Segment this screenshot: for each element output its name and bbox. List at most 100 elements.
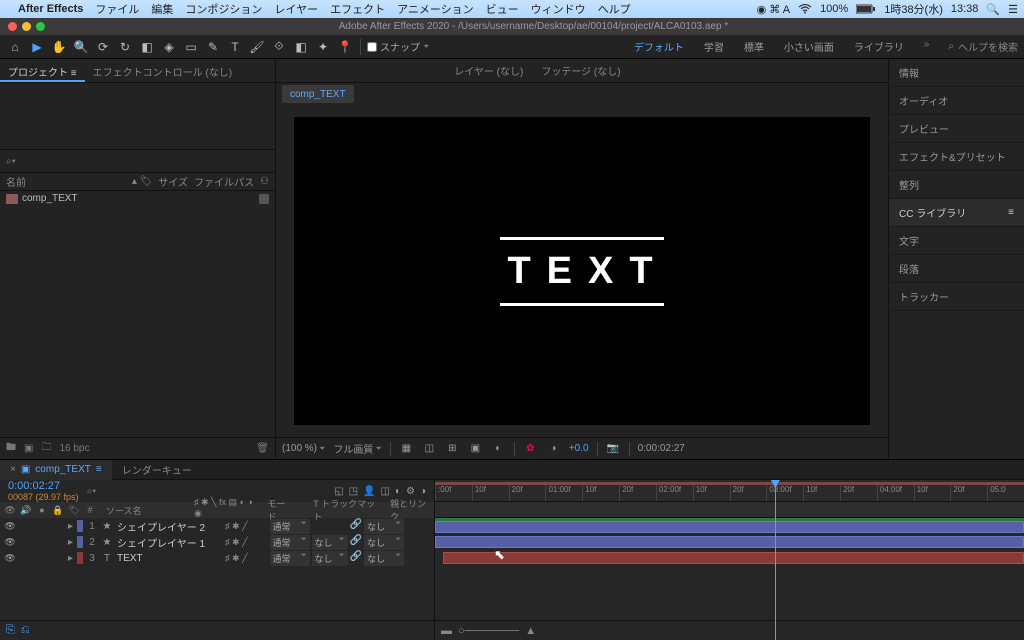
graph-editor-icon[interactable]: ⚙ [406,486,415,497]
project-search[interactable]: ⌕▾ [0,149,275,173]
tab-project[interactable]: プロジェクト ≡ [0,59,85,82]
layer-row-3[interactable]: 👁 ▸ 3 T TEXT ♯ ✱ ╱ 通常⏷ なし⏷ 🔗 なし⏷ [0,550,434,566]
trash-icon[interactable]: 🗑 [256,443,269,454]
resolution-dropdown[interactable]: フル画質⏷ [333,441,381,456]
transparency-grid-icon[interactable]: ▦ [399,443,414,454]
panel-preview[interactable]: プレビュー [889,115,1024,143]
panel-align[interactable]: 整列 [889,171,1024,199]
toggle-modes-icon[interactable]: ⎌ [21,624,30,637]
panel-menu-icon[interactable]: ≡ [1008,207,1014,218]
workspace-standard[interactable]: 標準 [739,36,769,57]
toggle-switches-icon[interactable]: ⎘ [6,624,15,637]
column-size[interactable]: サイズ [158,174,188,189]
close-window-button[interactable] [8,22,17,31]
orbit-tool-icon[interactable]: ⟳ [94,38,112,56]
playhead[interactable] [775,480,776,640]
color-mgmt-icon[interactable]: ✿ [523,443,538,454]
close-tab-icon[interactable]: × [10,464,16,475]
column-path[interactable]: ファイルパス [194,174,254,189]
time-ruler[interactable]: :00f 10f 20f 01:00f 10f 20f 02:00f 10f 2… [435,480,1024,502]
interpret-icon[interactable]: 🖿 [6,440,16,457]
tab-effect-controls[interactable]: エフェクトコントロール (なし) [85,59,240,82]
layer-color[interactable] [77,536,83,548]
track-1[interactable] [435,518,1024,534]
expand-icon[interactable]: ▸ [68,537,73,548]
mode-dropdown[interactable]: 通常⏷ [270,551,310,566]
expand-icon[interactable]: ▸ [68,521,73,532]
mode-dropdown[interactable]: 通常⏷ [270,519,310,534]
zoom-dropdown[interactable]: (100 %)⏷ [282,443,325,454]
column-name[interactable]: 名前 [6,174,132,189]
layer-color[interactable] [77,552,83,564]
panel-audio[interactable]: オーディオ [889,87,1024,115]
parent-dropdown[interactable]: なし⏷ [364,535,404,550]
app-name[interactable]: After Effects [18,3,83,15]
new-folder-icon[interactable]: 🗀 [41,440,51,457]
viewer-tab-layer[interactable]: レイヤー (なし) [454,63,523,78]
workspace-small[interactable]: 小さい画面 [779,36,839,57]
menu-help[interactable]: ヘルプ [598,1,631,17]
exposure-reset-icon[interactable]: ◑ [546,443,561,454]
motion-blur-icon[interactable]: ◐ [395,486,401,497]
layer-row-2[interactable]: 👁 ▸ 2 ★ シェイプレイヤー 1 ♯ ✱ ╱ 通常⏷ なし⏷ 🔗 なし⏷ [0,534,434,550]
snapshot-icon[interactable]: 📷 [606,443,621,454]
mask-vis-icon[interactable]: ◫ [422,443,437,454]
camera-tool-icon[interactable]: ◧ [138,38,156,56]
shy-icon[interactable]: 👤 [363,486,375,497]
workspace-learn[interactable]: 学習 [699,36,729,57]
layer-color[interactable] [77,520,83,532]
composition-canvas[interactable]: TEXT [294,117,870,424]
workspace-library[interactable]: ライブラリ [849,36,909,57]
tree-icon[interactable]: ⚇ [260,176,269,187]
menu-file[interactable]: ファイル [95,1,139,17]
panel-effects-presets[interactable]: エフェクト&プリセット [889,143,1024,171]
viewer-tab-footage[interactable]: フッテージ (なし) [541,63,620,78]
parent-dropdown[interactable]: なし⏷ [364,519,404,534]
panel-paragraph[interactable]: 段落 [889,255,1024,283]
trkmat-dropdown[interactable]: なし⏷ [312,535,348,550]
workspace-default[interactable]: デフォルト [629,36,689,57]
expand-icon[interactable]: ▸ [68,553,73,564]
zoom-out-icon[interactable]: ▬ [441,625,452,637]
bpc-label[interactable]: 16 bpc [59,443,89,454]
project-item-comp[interactable]: comp_TEXT [0,191,275,206]
shape-tool-icon[interactable]: ▭ [182,38,200,56]
exposure-value[interactable]: +0.0 [569,443,589,454]
preview-time[interactable]: 0:00:02:27 [638,443,685,454]
panel-character[interactable]: 文字 [889,227,1024,255]
rotation-tool-icon[interactable]: ↻ [116,38,134,56]
layer-bar-3[interactable] [443,552,1024,564]
safe-zones-icon[interactable]: ▣ [468,443,483,454]
workspace-chevron-icon[interactable]: » [919,36,935,57]
layer-bar-2[interactable] [435,536,1024,548]
selection-tool-icon[interactable]: ▶ [28,38,46,56]
tag-icon[interactable]: ▴ 🏷 [132,176,153,187]
guides-icon[interactable]: ⊞ [445,443,460,454]
minimize-window-button[interactable] [22,22,31,31]
layer-bar-1[interactable] [435,521,1024,533]
new-comp-icon[interactable]: ▣ [24,443,33,454]
brush-tool-icon[interactable]: 🖌 [248,38,266,56]
menu-view[interactable]: ビュー [486,1,519,17]
spotlight-icon[interactable]: 🔍 [986,3,1000,16]
menu-window[interactable]: ウィンドウ [531,1,586,17]
zoom-slider[interactable]: ○─────── [458,625,519,637]
help-search[interactable]: ⌕ ヘルプを検索 [948,39,1018,54]
timeline-tab-renderqueue[interactable]: レンダーキュー [112,459,202,480]
hand-tool-icon[interactable]: ✋ [50,38,68,56]
trkmat-dropdown[interactable]: なし⏷ [312,551,348,566]
channel-icon[interactable]: ◐ [491,443,506,454]
frame-blend-icon[interactable]: ◫ [380,486,389,497]
control-center-icon[interactable]: ☰ [1008,3,1018,16]
pen-tool-icon[interactable]: ✎ [204,38,222,56]
brainstorm-icon[interactable]: ◑ [420,486,426,497]
zoom-in-icon[interactable]: ▲ [525,625,536,637]
track-2[interactable] [435,534,1024,550]
draft3d-icon[interactable]: ◳ [349,486,358,497]
timeline-search[interactable]: ⌕▾ [87,486,327,497]
layer-row-1[interactable]: 👁 ▸ 1 ★ シェイプレイヤー 2 ♯ ✱ ╱ 通常⏷ 🔗 なし⏷ [0,518,434,534]
zoom-tool-icon[interactable]: 🔍 [72,38,90,56]
home-tool-icon[interactable]: ⌂ [6,38,24,56]
comp-flowchart-icon[interactable]: ◱ [334,486,343,497]
column-source-name[interactable]: ソース名 [100,504,190,517]
